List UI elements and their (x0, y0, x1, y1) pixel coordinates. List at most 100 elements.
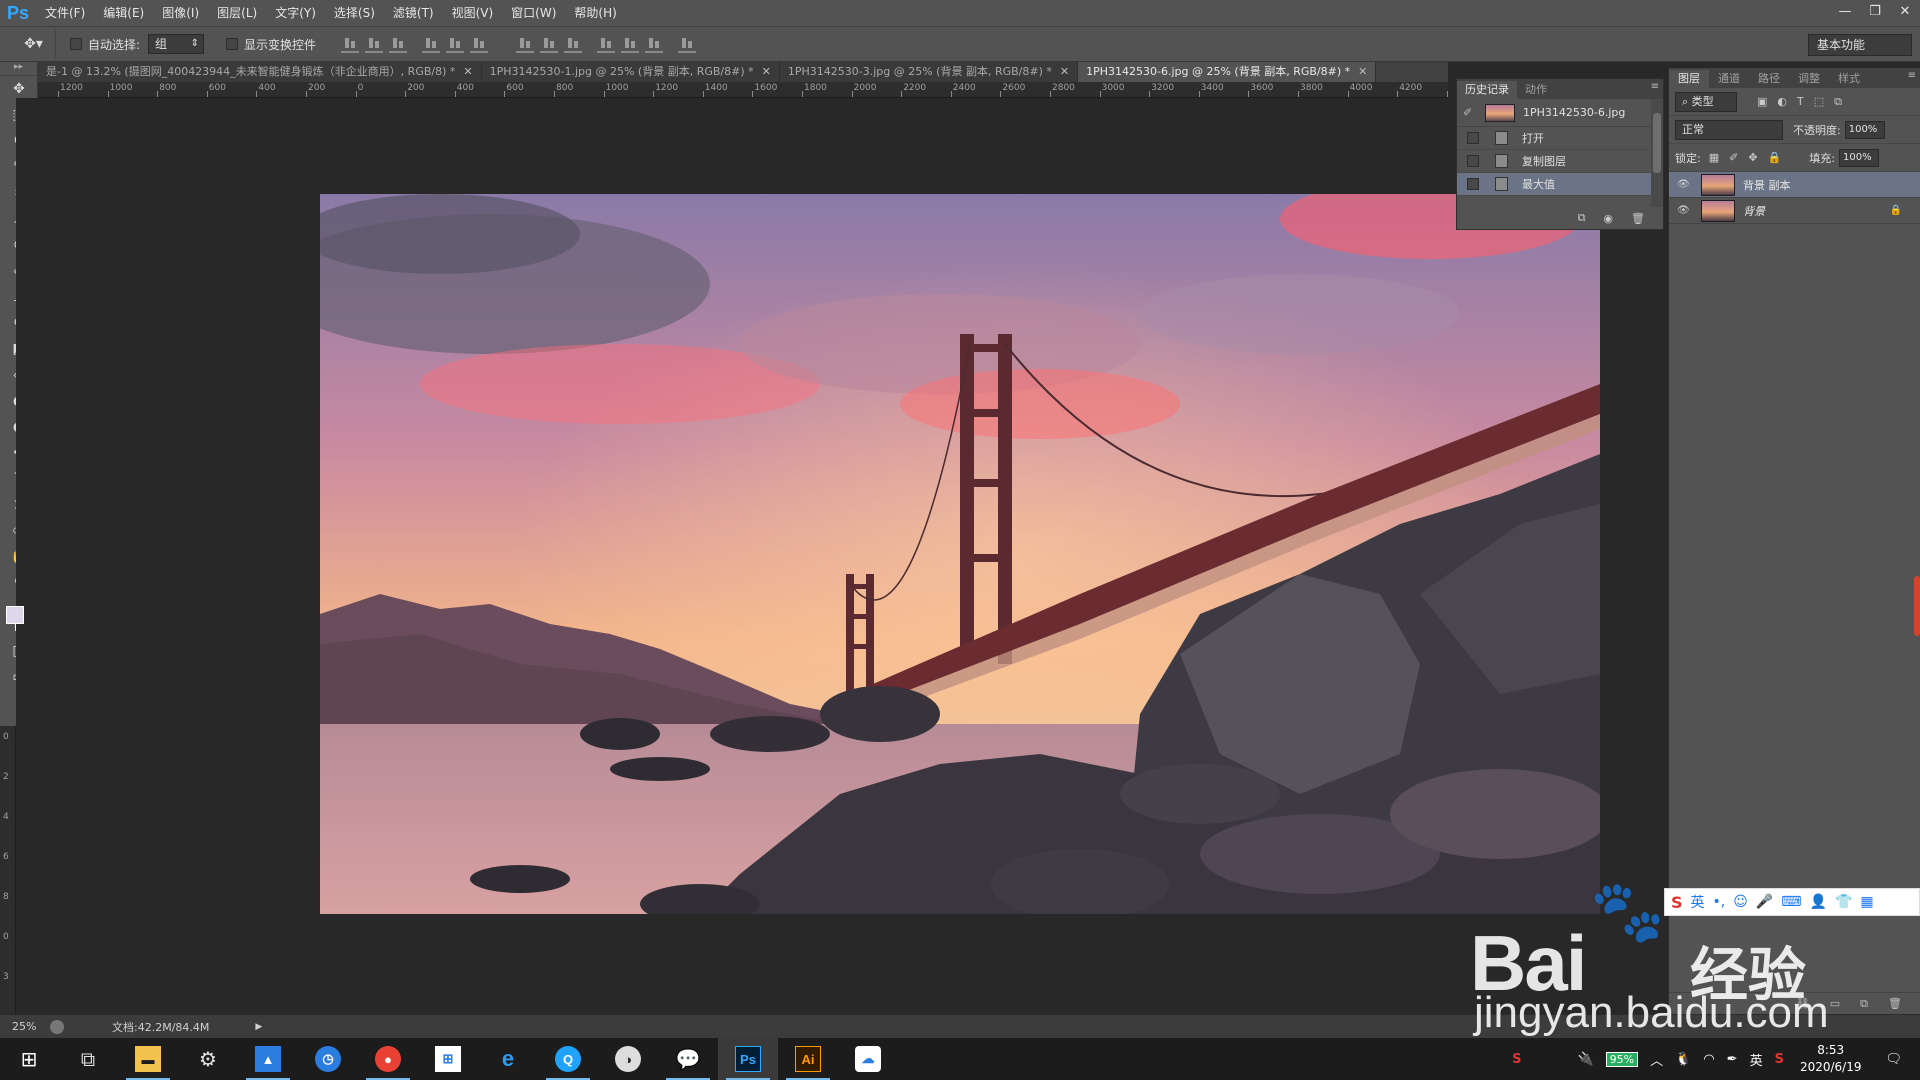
tab-document-4[interactable]: 1PH3142530-6.jpg @ 25% (背景 副本, RGB/8#) *… (1078, 62, 1377, 82)
tab-styles[interactable]: 样式 (1829, 70, 1869, 88)
lock-position-icon[interactable]: ✥ (1748, 151, 1757, 164)
distribute-right-icon[interactable] (645, 35, 664, 53)
distribute-vcenter-icon[interactable] (540, 35, 559, 53)
fill-input[interactable]: 100% (1838, 148, 1879, 167)
show-hidden-icons-icon[interactable]: ︿ (1650, 1050, 1663, 1069)
distribute-left-icon[interactable] (597, 35, 616, 53)
menu-layer[interactable]: 图层(L) (208, 0, 266, 26)
close-tab-icon[interactable]: ✕ (463, 65, 472, 78)
layers-scrollbar[interactable] (1914, 576, 1920, 636)
media-player-icon[interactable]: ◑ (598, 1038, 658, 1080)
new-snapshot-icon[interactable]: ◉ (1603, 212, 1613, 225)
distribute-hcenter-icon[interactable] (621, 35, 640, 53)
align-right-icon[interactable] (470, 35, 489, 53)
menu-edit[interactable]: 编辑(E) (94, 0, 153, 26)
qq-browser-icon[interactable]: Q (538, 1038, 598, 1080)
history-brush-source-icon[interactable]: ✐ (1463, 106, 1477, 119)
windows-start-icon[interactable]: ⊞ (0, 1038, 58, 1080)
menu-window[interactable]: 窗口(W) (502, 0, 565, 26)
toolbox-icon[interactable]: ▦ (1860, 894, 1873, 910)
eye-icon[interactable]: 👁 (1677, 179, 1693, 190)
tab-document-2[interactable]: 1PH3142530-1.jpg @ 25% (背景 副本, RGB/8#) *… (481, 62, 780, 82)
photoshop-taskbar-icon[interactable]: Ps (718, 1038, 778, 1080)
settings-icon[interactable]: ⚙ (178, 1038, 238, 1080)
input-language[interactable]: 英 (1750, 1050, 1763, 1069)
ruler-horizontal[interactable]: 1200 1000 800 600 400 200 0 200 400 600 800 1000 120… (38, 82, 1448, 98)
minimize-button[interactable]: — (1830, 0, 1860, 22)
task-view-icon[interactable]: ⧉ (58, 1038, 118, 1080)
restore-button[interactable]: ❐ (1860, 0, 1890, 22)
layer-background-copy[interactable]: 👁 背景 副本 (1669, 172, 1920, 198)
sogou-ime-icon[interactable]: S (1775, 1052, 1784, 1067)
tab-document-3[interactable]: 1PH3142530-3.jpg @ 25% (背景 副本, RGB/8#) *… (779, 62, 1079, 82)
history-source-checkbox[interactable] (1467, 132, 1479, 144)
layer-background[interactable]: 👁 背景 🔒 (1669, 198, 1920, 224)
history-step-open[interactable]: 打开 (1457, 127, 1663, 150)
share-icon[interactable] (50, 1019, 64, 1034)
align-vcenter-icon[interactable] (365, 35, 384, 53)
delete-state-icon[interactable]: 🗑 (1631, 212, 1645, 225)
tab-paths[interactable]: 路径 (1749, 70, 1789, 88)
history-source-checkbox[interactable] (1467, 178, 1479, 190)
clock[interactable]: 8:53 2020/6/19 (1800, 1042, 1862, 1076)
close-tab-icon[interactable]: ✕ (1358, 65, 1367, 78)
photos-icon[interactable]: ▲ (238, 1038, 298, 1080)
close-tab-icon[interactable]: ✕ (762, 65, 771, 78)
opacity-input[interactable]: 100% (1844, 120, 1885, 139)
tab-channels[interactable]: 通道 (1709, 70, 1749, 88)
distribute-bottom-icon[interactable] (564, 35, 583, 53)
battery-level[interactable]: 95% (1605, 1051, 1639, 1067)
history-step-duplicate[interactable]: 复制图层 (1457, 150, 1663, 173)
status-menu-arrow-icon[interactable]: ▶ (255, 1022, 262, 1032)
menu-view[interactable]: 视图(V) (443, 0, 503, 26)
tab-document-1[interactable]: 是-1 @ 13.2% (摄图网_400423944_未来智能健身锻炼（非企业商… (38, 62, 482, 82)
file-explorer-icon[interactable]: ▬ (118, 1038, 178, 1080)
power-plug-icon[interactable]: 🔌 (1577, 1052, 1593, 1067)
show-transform-checkbox[interactable]: 显示变换控件 (226, 36, 316, 53)
auto-select-checkbox[interactable]: 自动选择: (70, 36, 140, 53)
menu-type[interactable]: 文字(Y) (266, 0, 325, 26)
history-source-checkbox[interactable] (1467, 155, 1479, 167)
history-scroll-thumb[interactable] (1653, 113, 1661, 173)
store-icon[interactable]: ⊞ (418, 1038, 478, 1080)
filter-adjustment-icon[interactable]: ◐ (1777, 95, 1787, 109)
canvas-area[interactable] (16, 98, 1600, 1014)
move-tool-preset-icon[interactable]: ✥▾ (12, 30, 56, 58)
menu-file[interactable]: 文件(F) (36, 0, 94, 26)
baidu-netdisk-icon[interactable]: ☁ (838, 1038, 898, 1080)
lock-image-icon[interactable]: ✐ (1729, 151, 1738, 164)
foreground-color[interactable] (6, 606, 24, 624)
align-top-icon[interactable] (341, 35, 360, 53)
history-step-maximum[interactable]: 最大值 (1457, 173, 1663, 196)
user-icon[interactable]: 👤 (1810, 894, 1827, 910)
document-image[interactable] (320, 194, 1600, 914)
tab-layers[interactable]: 图层 (1669, 70, 1709, 88)
lock-all-icon[interactable]: 🔒 (1768, 151, 1782, 164)
layer-filter-dropdown[interactable]: ⌕ 类型 (1675, 91, 1737, 112)
filter-smart-object-icon[interactable]: ⧉ (1834, 95, 1842, 109)
panel-menu-icon[interactable]: ≡ (1651, 81, 1659, 92)
sogou-logo-icon[interactable]: S (1671, 893, 1683, 912)
emoji-icon[interactable]: ☺ (1733, 894, 1748, 910)
wifi-icon[interactable]: ◠ (1703, 1052, 1714, 1067)
new-document-from-state-icon[interactable]: ⧉ (1578, 211, 1586, 225)
filter-type-icon[interactable]: T (1797, 95, 1804, 109)
pen-icon[interactable]: ✒ (1727, 1052, 1738, 1067)
eye-icon[interactable]: 👁 (1677, 205, 1693, 216)
lock-transparent-icon[interactable]: ▦ (1709, 151, 1719, 164)
history-scrollbar[interactable] (1651, 99, 1663, 207)
tab-actions[interactable]: 动作 (1517, 81, 1555, 99)
panel-menu-icon[interactable]: ≡ (1908, 70, 1916, 81)
skin-icon[interactable]: 👕 (1835, 894, 1852, 910)
align-left-icon[interactable] (422, 35, 441, 53)
workspace-dropdown[interactable]: 基本功能 (1808, 34, 1912, 56)
close-button[interactable]: ✕ (1890, 0, 1920, 22)
tab-adjustments[interactable]: 调整 (1789, 70, 1829, 88)
microphone-icon[interactable]: 🎤 (1756, 894, 1773, 910)
wechat-icon[interactable]: 💬 (658, 1038, 718, 1080)
history-snapshot[interactable]: ✐ 1PH3142530-6.jpg (1457, 99, 1663, 127)
clock-app-icon[interactable]: ◷ (298, 1038, 358, 1080)
notification-icon[interactable]: 🗨 (1885, 1052, 1902, 1067)
align-hcenter-icon[interactable] (446, 35, 465, 53)
keyboard-icon[interactable]: ⌨ (1781, 894, 1801, 910)
